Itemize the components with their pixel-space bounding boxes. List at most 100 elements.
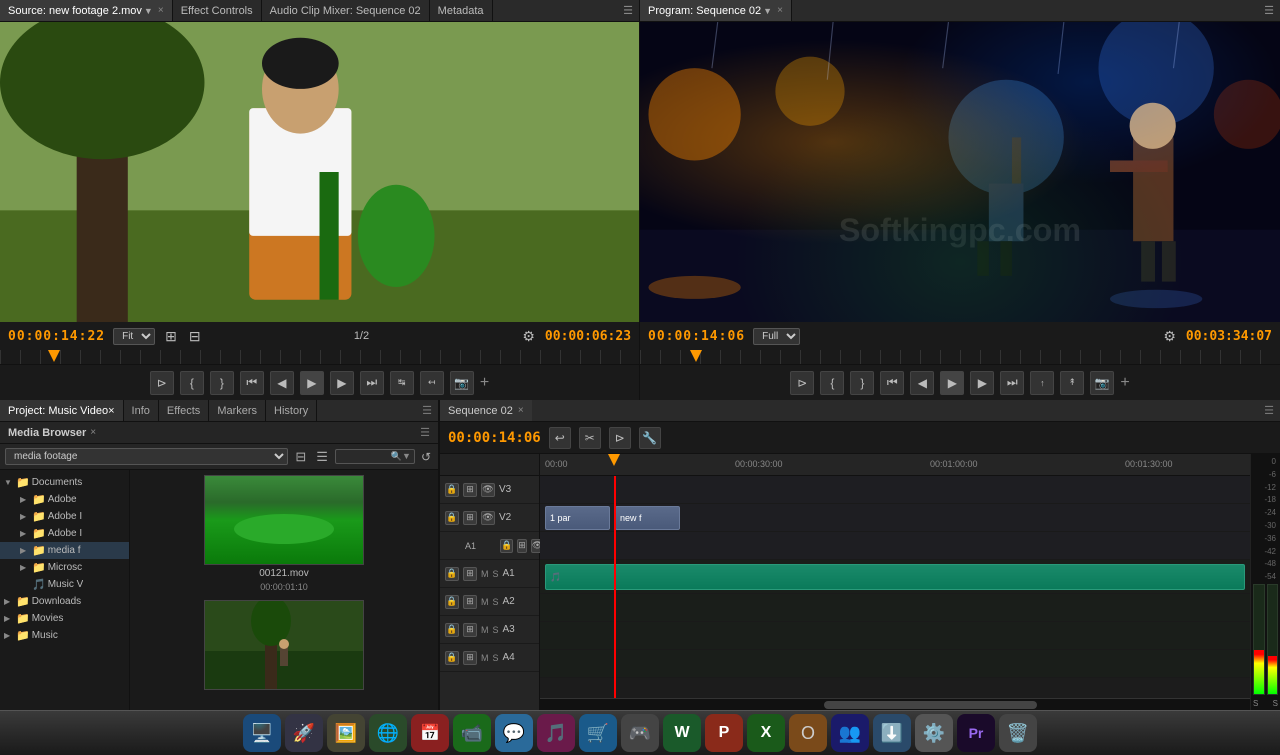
media-view-icon[interactable]: ☰ [313, 447, 331, 467]
tree-item-microsc[interactable]: ▶ 📁 Microsc [0, 559, 129, 576]
program-tab-active[interactable]: Program: Sequence 02 ▼ × [640, 0, 792, 21]
program-fit-dropdown[interactable]: Full [753, 328, 800, 345]
dock-itunes[interactable]: 🎵 [537, 714, 575, 752]
tab-info[interactable]: Info [124, 400, 159, 421]
prog-mark-out-btn[interactable]: { [820, 371, 844, 395]
tree-item-music[interactable]: ▶ 📁 Music [0, 627, 129, 644]
prog-add-btn[interactable]: + [1120, 374, 1129, 392]
clip-v2-2[interactable]: new f [615, 506, 680, 530]
tree-item-music-v[interactable]: ▶ 🎵 Music V [0, 576, 129, 593]
dock-excel[interactable]: X [747, 714, 785, 752]
track-v1[interactable] [540, 532, 1250, 560]
dock-premiere-pro[interactable]: Pr [957, 714, 995, 752]
source-video-preview[interactable] [0, 22, 639, 322]
a2-m-btn[interactable]: M [481, 597, 489, 607]
tree-item-adobe1[interactable]: ▶ 📁 Adobe [0, 491, 129, 508]
source-tab-dropdown[interactable]: ▼ [144, 6, 153, 16]
a1-m-btn[interactable]: M [481, 569, 489, 579]
v2-eye-btn[interactable]: 👁 [481, 511, 495, 525]
source-settings-icon[interactable]: ⚙ [520, 326, 537, 347]
prog-lift-btn[interactable]: ↑ [1030, 371, 1054, 395]
dock-messages[interactable]: 💬 [495, 714, 533, 752]
program-playhead-marker[interactable] [690, 350, 702, 362]
dock-download-manager[interactable]: ⬇️ [873, 714, 911, 752]
prog-ripple-btn[interactable]: } [850, 371, 874, 395]
a2-sync-btn[interactable]: ⊞ [463, 595, 477, 609]
v1-lock-btn[interactable]: 🔒 [500, 539, 513, 553]
media-filter-icon[interactable]: ⊟ [292, 447, 309, 467]
source-compare-btn[interactable]: ⊟ [187, 326, 203, 347]
media-browser-close[interactable]: × [90, 427, 96, 438]
sequence-tab-close[interactable]: × [518, 405, 524, 416]
tree-item-downloads[interactable]: ▶ 📁 Downloads [0, 593, 129, 610]
tab-effect-controls[interactable]: Effect Controls [173, 0, 262, 21]
wrench-btn[interactable]: 🔧 [639, 427, 661, 449]
a4-s-btn[interactable]: S [493, 653, 499, 663]
prog-step-fwd-btn[interactable]: ▶ [970, 371, 994, 395]
go-to-out-btn[interactable]: ⏭ [360, 371, 384, 395]
prog-play-btn[interactable]: ▶ [940, 371, 964, 395]
tree-item-movies[interactable]: ▶ 📁 Movies [0, 610, 129, 627]
dock-teamviewer[interactable]: 👥 [831, 714, 869, 752]
dock-finder[interactable]: 🖥️ [243, 714, 281, 752]
timeline-panel-menu[interactable]: ☰ [1258, 404, 1280, 417]
dock-games[interactable]: 🎮 [621, 714, 659, 752]
razor-btn[interactable]: ✂ [579, 427, 601, 449]
source-fit-dropdown[interactable]: Fit [113, 328, 155, 345]
program-video-preview[interactable]: Softkingpc.com [640, 22, 1280, 322]
dock-facetime[interactable]: 📹 [453, 714, 491, 752]
media-path-dropdown[interactable]: media footage [5, 448, 288, 465]
dock-trash[interactable]: 🗑️ [999, 714, 1037, 752]
prog-go-to-in-btn[interactable]: ⏮ [880, 371, 904, 395]
media-refresh-btn[interactable]: ↺ [419, 448, 433, 466]
track-a2[interactable] [540, 594, 1250, 622]
track-a4[interactable] [540, 650, 1250, 678]
a2-lock-btn[interactable]: 🔒 [445, 595, 459, 609]
mark-in-btn[interactable]: ⊳ [150, 371, 174, 395]
tree-item-media-footage[interactable]: ▶ 📁 media f [0, 542, 129, 559]
a4-sync-btn[interactable]: ⊞ [463, 651, 477, 665]
v3-eye-btn[interactable]: 👁 [481, 483, 495, 497]
dock-launchpad[interactable]: 🚀 [285, 714, 323, 752]
v2-lock-btn[interactable]: 🔒 [445, 511, 459, 525]
tab-effects[interactable]: Effects [159, 400, 209, 421]
tab-markers[interactable]: Markers [209, 400, 266, 421]
tree-item-adobe3[interactable]: ▶ 📁 Adobe I [0, 525, 129, 542]
prog-extract-btn[interactable]: ↟ [1060, 371, 1084, 395]
add-marker-btn[interactable]: + [480, 374, 489, 392]
prog-snapshot-btn[interactable]: 📷 [1090, 371, 1114, 395]
track-v3[interactable] [540, 476, 1250, 504]
a1-s-btn[interactable]: S [493, 569, 499, 579]
mark-out-left-btn[interactable]: { [180, 371, 204, 395]
tab-metadata[interactable]: Metadata [430, 0, 493, 21]
a1-sync-btn[interactable]: ⊞ [463, 567, 477, 581]
a3-s-btn[interactable]: S [493, 625, 499, 635]
track-a1[interactable]: 🎵 [540, 560, 1250, 594]
source-safe-margins-btn[interactable]: ⊞ [163, 326, 179, 347]
project-tab-close[interactable]: × [108, 405, 114, 417]
v1-sync-btn[interactable]: ⊞ [517, 539, 527, 553]
program-timeline-ruler[interactable] [640, 350, 1280, 364]
a3-lock-btn[interactable]: 🔒 [445, 623, 459, 637]
snapshot-btn[interactable]: 📷 [450, 371, 474, 395]
dock-appstore[interactable]: 🛒 [579, 714, 617, 752]
dock-safari[interactable]: 🌐 [369, 714, 407, 752]
a4-lock-btn[interactable]: 🔒 [445, 651, 459, 665]
track-a3[interactable] [540, 622, 1250, 650]
tab-history[interactable]: History [266, 400, 317, 421]
media-browser-menu[interactable]: ☰ [420, 426, 430, 439]
timeline-ruler-area[interactable]: 00:00 00:00:30:00 00:01:00:00 00:01:30:0… [540, 454, 1250, 476]
dock-calendar[interactable]: 📅 [411, 714, 449, 752]
a1-lock-btn[interactable]: 🔒 [445, 567, 459, 581]
prog-step-back-btn[interactable]: ◀ [910, 371, 934, 395]
a3-m-btn[interactable]: M [481, 625, 489, 635]
thumb-item-1[interactable]: 00121.mov 00:00:01:10 [135, 475, 433, 592]
source-playhead-marker[interactable] [48, 350, 60, 362]
track-v2[interactable]: 1 par new f [540, 504, 1250, 532]
go-to-in-btn[interactable]: ⏮ [240, 371, 264, 395]
step-back-btn[interactable]: ◀ [270, 371, 294, 395]
dock-word[interactable]: W [663, 714, 701, 752]
dock-powerpoint[interactable]: P [705, 714, 743, 752]
ripple-btn[interactable]: ⊳ [609, 427, 631, 449]
clip-a1[interactable]: 🎵 [545, 564, 1245, 590]
